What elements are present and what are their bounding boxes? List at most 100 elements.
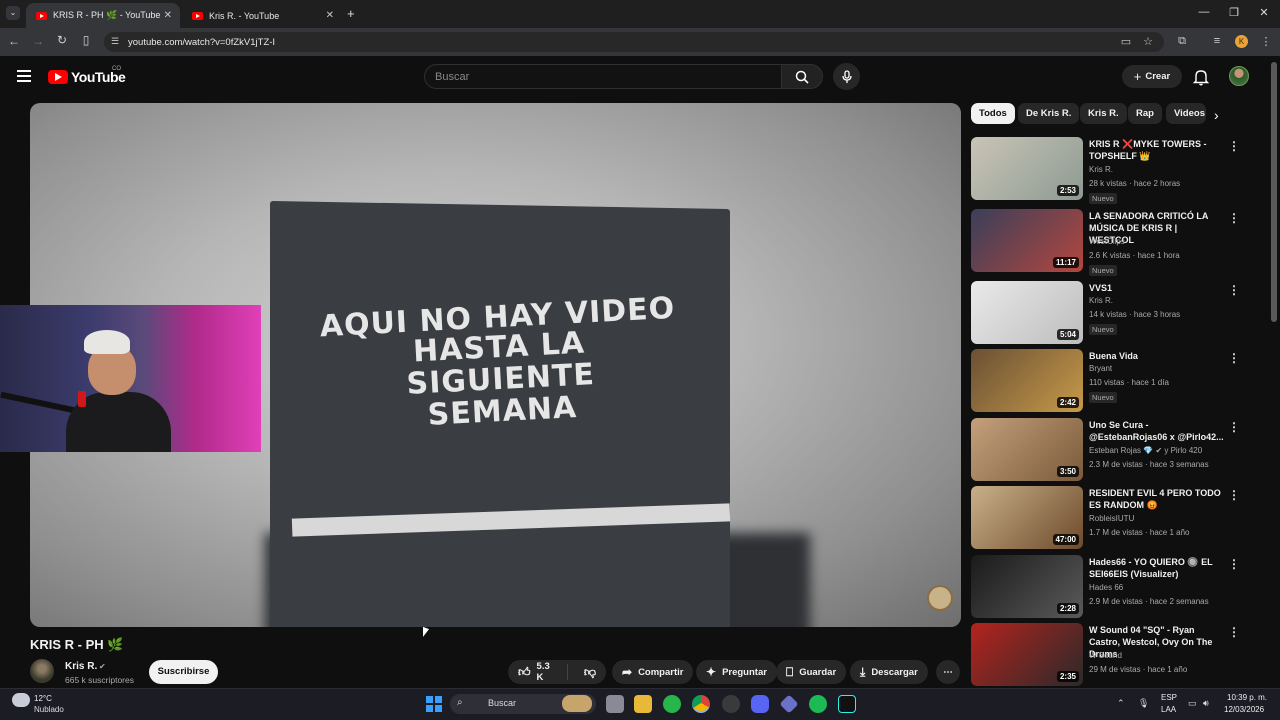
tray-chevron-up-icon[interactable]: ⌃ [1117, 698, 1125, 709]
chip-kris-r[interactable]: Kris R. [1080, 103, 1127, 124]
chip-videos[interactable]: Videos [1166, 103, 1206, 124]
recommendation-thumbnail[interactable]: 11:17 [971, 209, 1083, 272]
new-tab-button[interactable]: + [347, 6, 355, 21]
more-vertical-icon[interactable]: ⋮ [1228, 420, 1240, 434]
recommendation-item[interactable]: 2:53 KRIS R ❌MYKE TOWERS - TOPSHELF 👑 Kris… [971, 137, 1246, 204]
more-actions-button[interactable]: ⋯ [936, 660, 960, 684]
extensions-icon[interactable]: ⧉ [1174, 35, 1190, 48]
recommendation-channel[interactable]: Hades 66 [1089, 583, 1123, 592]
chip-todos[interactable]: Todos [971, 103, 1015, 124]
tray-keyboard-layout[interactable]: LAA [1161, 705, 1176, 714]
search-button[interactable] [781, 64, 823, 89]
recommendation-item[interactable]: 47:00 RESIDENT EVIL 4 PERO TODO ES RANDOM… [971, 486, 1246, 550]
recommendation-channel[interactable]: RobleisIUTU [1089, 514, 1134, 523]
recommendation-thumbnail[interactable]: 2:28 [971, 555, 1083, 618]
youtube-logo[interactable]: YouTube CO [48, 66, 126, 85]
recommendation-title[interactable]: Buena Vida [1089, 350, 1224, 362]
whatsapp-icon[interactable] [663, 695, 681, 713]
back-icon[interactable]: ← [4, 34, 24, 48]
bookmark-star-icon[interactable]: ☆ [1140, 35, 1156, 48]
obs-icon[interactable] [722, 695, 740, 713]
forward-icon[interactable]: → [28, 34, 48, 48]
channel-watermark[interactable] [927, 585, 953, 611]
file-explorer-icon[interactable] [634, 695, 652, 713]
windows-start-icon[interactable] [426, 696, 442, 712]
cast-icon[interactable]: ▭ [1118, 35, 1134, 48]
tab-close-icon[interactable]: ✕ [326, 10, 334, 21]
user-avatar[interactable] [1229, 66, 1249, 86]
create-button[interactable]: + Crear [1122, 65, 1182, 88]
split-view-icon[interactable]: ▯ [76, 33, 96, 47]
chrome-icon[interactable] [692, 695, 710, 713]
more-vertical-icon[interactable]: ⋮ [1228, 211, 1240, 225]
tray-mic-icon[interactable]: 🎙︎ [1138, 698, 1149, 709]
task-view-icon[interactable] [606, 695, 624, 713]
url-text[interactable]: youtube.com/watch?v=0fZkV1jTZ-I [128, 37, 275, 48]
chip-de-kris-r[interactable]: De Kris R. [1018, 103, 1080, 124]
recommendation-channel[interactable]: W Sound [1089, 651, 1122, 660]
channel-name[interactable]: Kris R. [65, 661, 97, 672]
bell-icon[interactable] [1192, 68, 1210, 86]
clock-time[interactable]: 10:39 p. m. [1227, 693, 1267, 702]
recommendation-thumbnail[interactable]: 47:00 [971, 486, 1083, 549]
clock-date[interactable]: 12/03/2026 [1224, 705, 1264, 714]
channel-avatar[interactable] [30, 659, 54, 683]
recommendation-title[interactable]: Uno Se Cura - @EstebanRojas06 x @Pirlo42… [1089, 419, 1224, 443]
save-button[interactable]: ⎕ Guardar [776, 660, 847, 684]
recommendation-thumbnail[interactable]: 3:50 [971, 418, 1083, 481]
share-button[interactable]: ➦ Compartir [612, 660, 694, 684]
recommendation-thumbnail[interactable]: 5:04 [971, 281, 1083, 344]
media-icon[interactable]: ≡ [1209, 35, 1225, 47]
tab-inactive[interactable]: Kris R. - YouTube ✕ [182, 3, 342, 28]
recommendation-thumbnail[interactable]: 2:42 [971, 349, 1083, 412]
tab-active[interactable]: KRIS R - PH 🌿 - YouTube ✕ [26, 3, 180, 28]
recommendation-channel[interactable]: Bryant [1089, 364, 1112, 373]
dislike-button[interactable]: 👎︎ [574, 665, 606, 680]
more-vertical-icon[interactable]: ⋮ [1228, 557, 1240, 571]
recommendation-item[interactable]: 11:17 LA SENADORA CRITICÓ LA MÚSICA DE KR… [971, 209, 1246, 276]
tray-language[interactable]: ESP [1161, 693, 1177, 702]
recommendation-title[interactable]: VVS1 [1089, 282, 1224, 294]
discord-icon[interactable] [751, 695, 769, 713]
recommendation-item[interactable]: 3:50 Uno Se Cura - @EstebanRojas06 x @Pir… [971, 418, 1246, 482]
ask-button[interactable]: ✦ Preguntar [696, 660, 777, 684]
browser-profile-avatar[interactable]: K [1235, 35, 1248, 48]
more-vertical-icon[interactable]: ⋮ [1228, 351, 1240, 365]
weather-temperature[interactable]: 12°C [34, 694, 52, 703]
subscribe-button[interactable]: Suscribirse [149, 660, 218, 684]
recommendation-item[interactable]: 2:42 Buena Vida Bryant 110 vistas · hace 1 … [971, 349, 1246, 413]
hamburger-menu-icon[interactable] [17, 70, 31, 82]
site-info-icon[interactable]: ☰ [111, 36, 119, 47]
like-button[interactable]: 👍︎ 5.3 K [508, 661, 568, 683]
voice-search-button[interactable] [833, 63, 860, 90]
weather-description[interactable]: Nublado [34, 705, 64, 714]
page-scrollbar[interactable] [1271, 62, 1277, 322]
spotify-icon[interactable] [809, 695, 827, 713]
minimize-icon[interactable]: — [1192, 6, 1216, 18]
search-input[interactable]: Buscar [424, 64, 782, 89]
cloud-icon[interactable] [12, 693, 30, 707]
recommendation-channel[interactable]: Esteban Rojas 💎 ✔ y Pirlo 420 [1089, 446, 1202, 455]
more-vertical-icon[interactable]: ⋮ [1228, 488, 1240, 502]
recommendation-channel[interactable]: WestClips [1089, 237, 1125, 246]
more-vertical-icon[interactable]: ⋮ [1228, 625, 1240, 639]
recommendation-channel[interactable]: Kris R. [1089, 296, 1113, 305]
browser-menu-icon[interactable]: ⋮ [1258, 35, 1274, 48]
tab-close-icon[interactable]: ✕ [164, 10, 172, 21]
recommendation-item[interactable]: 5:04 VVS1 Kris R. 14 k vistas · hace 3 hora… [971, 281, 1246, 345]
chip-rap[interactable]: Rap [1128, 103, 1162, 124]
more-vertical-icon[interactable]: ⋮ [1228, 139, 1240, 153]
network-icon[interactable]: ▭ [1188, 698, 1197, 709]
volume-icon[interactable]: 🔊︎ [1203, 698, 1209, 709]
download-button[interactable]: ⤓ Descargar [850, 660, 928, 684]
chevron-right-icon[interactable]: › [1214, 107, 1219, 123]
close-window-icon[interactable]: ✕ [1252, 6, 1276, 19]
recommendation-thumbnail[interactable]: 2:53 [971, 137, 1083, 200]
tab-search-dropdown[interactable]: ⌄ [6, 6, 20, 20]
recommendation-title[interactable]: KRIS R ❌MYKE TOWERS - TOPSHELF 👑 [1089, 138, 1224, 162]
reload-icon[interactable]: ↻ [52, 33, 72, 47]
recommendation-title[interactable]: RESIDENT EVIL 4 PERO TODO ES RANDOM 😡 [1089, 487, 1224, 511]
recommendation-thumbnail[interactable]: 2:35 [971, 623, 1083, 686]
more-vertical-icon[interactable]: ⋮ [1228, 283, 1240, 297]
recommendation-title[interactable]: Hades66 - YO QUIERO 🔘 EL SEI66EIS (Visua… [1089, 556, 1224, 580]
